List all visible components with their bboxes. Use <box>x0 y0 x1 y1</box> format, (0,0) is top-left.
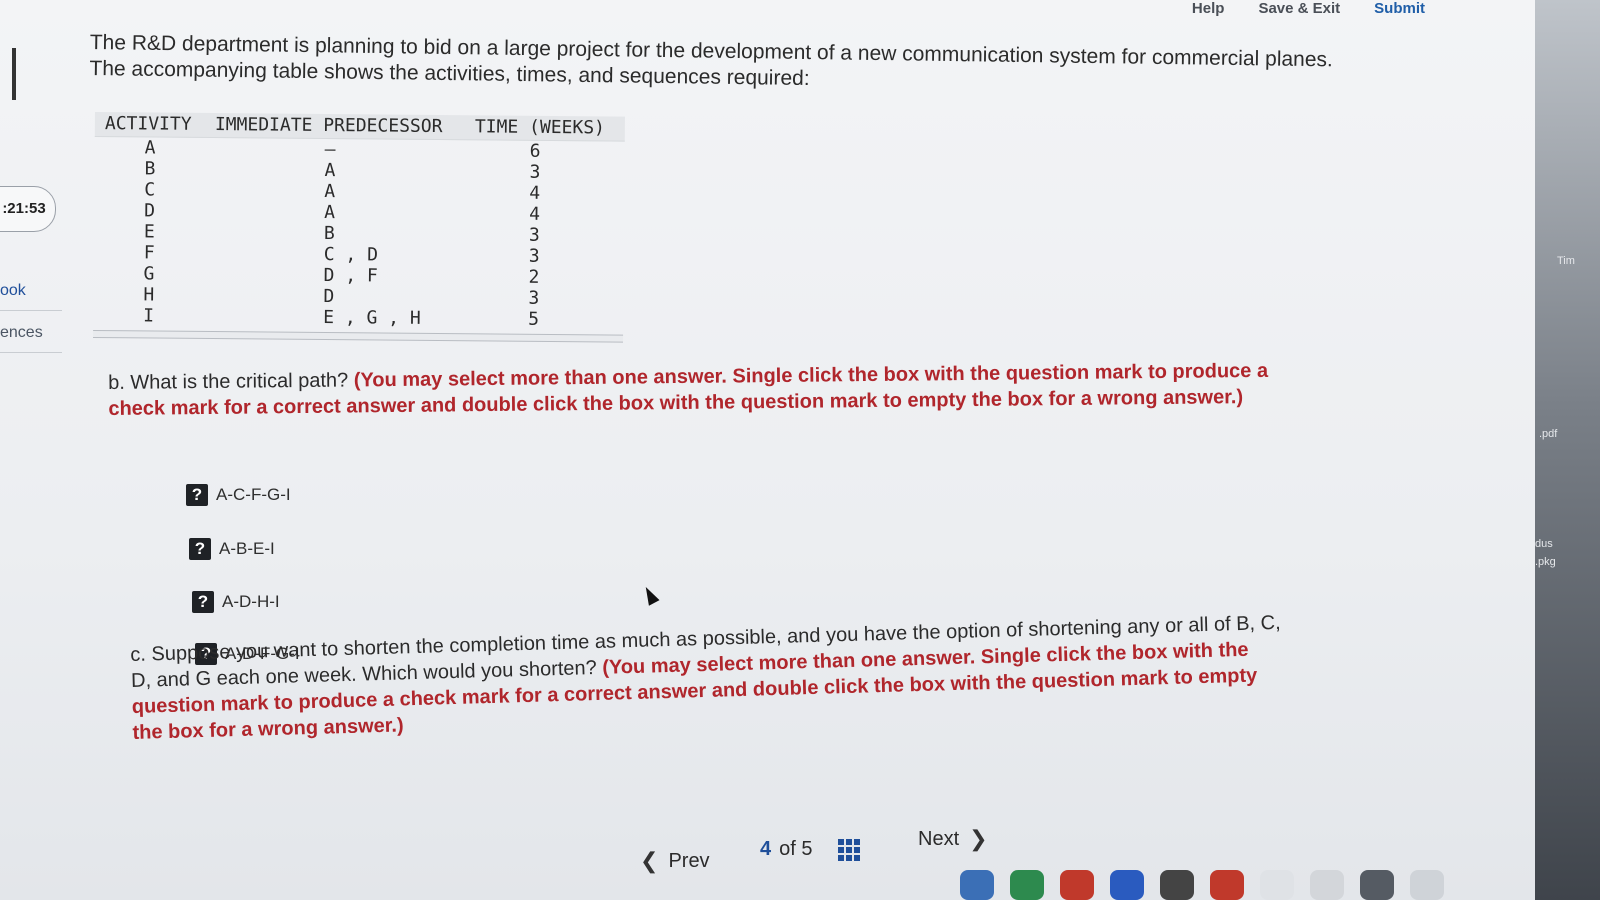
cell-activity: F <box>143 242 155 264</box>
table-bottom-rule <box>93 329 624 343</box>
answer-option[interactable]: ? A-C-F-G-I <box>186 484 291 506</box>
cell-time: 6 <box>529 140 541 162</box>
left-sidebar: :21:53 ook ences <box>0 0 62 900</box>
help-link[interactable]: Help <box>1192 0 1225 17</box>
cell-predecessor: B <box>323 223 335 245</box>
cell-time: 3 <box>528 245 540 267</box>
app-icon[interactable] <box>1060 870 1094 900</box>
cell-predecessor: A <box>324 202 336 224</box>
cell-activity: E <box>143 221 155 243</box>
grid-icon[interactable] <box>838 838 861 861</box>
app-icon[interactable] <box>1160 870 1194 900</box>
cell-activity: I <box>143 305 155 327</box>
cell-activity: A <box>144 137 156 159</box>
desktop-file-label: dus <box>1535 538 1553 550</box>
header-predecessor: IMMEDIATE PREDECESSOR <box>214 114 443 138</box>
document-icon[interactable] <box>1260 870 1294 900</box>
question-mark-checkbox[interactable]: ? <box>186 484 208 506</box>
cell-activity: H <box>143 284 155 306</box>
question-b-lead: b. What is the critical path? <box>108 369 349 394</box>
submit-button[interactable]: Submit <box>1374 0 1425 17</box>
chevron-right-icon: ❯ <box>969 826 988 851</box>
header-activity: ACTIVITY <box>104 113 192 135</box>
question-mark-checkbox[interactable]: ? <box>192 591 214 613</box>
browser-viewport: Help Save & Exit Submit :21:53 ook ences… <box>0 0 1535 900</box>
cell-activity: D <box>144 200 156 222</box>
desktop-background: Tim .pdf dus .pkg <box>1535 0 1600 900</box>
app-icon[interactable] <box>960 870 994 900</box>
taskbar-dock <box>960 855 1535 900</box>
cell-time: 2 <box>528 266 540 288</box>
cell-predecessor: A <box>324 160 336 182</box>
cell-activity: B <box>144 158 156 180</box>
cell-time: 3 <box>529 161 541 183</box>
sidebar-divider <box>0 310 62 311</box>
option-label: A-B-E-I <box>219 539 275 558</box>
prev-button[interactable]: ❮ Prev <box>640 848 710 874</box>
desktop-file-label: Tim <box>1557 255 1575 267</box>
cell-predecessor: C , D <box>323 244 379 266</box>
cell-predecessor: D <box>323 286 335 308</box>
timer-badge: :21:53 <box>0 186 56 232</box>
header-time: TIME (WEEKS) <box>474 116 606 139</box>
next-button[interactable]: Next ❯ <box>918 826 988 852</box>
mouse-cursor-icon <box>640 584 660 606</box>
acrobat-icon[interactable] <box>1210 870 1244 900</box>
cell-predecessor: A <box>324 181 336 203</box>
cell-activity: G <box>143 263 155 285</box>
question-b: b. What is the critical path? (You may s… <box>108 357 1308 422</box>
question-mark-checkbox[interactable]: ? <box>189 538 211 560</box>
current-page: 4 <box>760 838 772 860</box>
question-content: The R&D department is planning to bid on… <box>89 30 1340 744</box>
answer-option[interactable]: ? A-B-E-I <box>189 538 275 560</box>
folder-icon[interactable] <box>1310 870 1344 900</box>
option-label: A-C-F-G-I <box>216 485 291 504</box>
word-icon[interactable] <box>1110 870 1144 900</box>
screenshot-icon[interactable] <box>1360 870 1394 900</box>
prev-label: Prev <box>668 849 710 872</box>
activity-table: ACTIVITY IMMEDIATE PREDECESSOR TIME (WEE… <box>93 112 625 343</box>
option-label: A-D-H-I <box>222 592 280 611</box>
desktop-file-label: .pkg <box>1535 556 1556 568</box>
cell-time: 3 <box>528 287 540 309</box>
sidebar-divider <box>0 352 62 353</box>
next-label: Next <box>918 827 960 850</box>
top-toolbar: Help Save & Exit Submit <box>1192 0 1425 17</box>
cell-predecessor: D , F <box>323 265 378 287</box>
chevron-left-icon: ❮ <box>640 848 659 873</box>
page-total: of 5 <box>779 838 813 860</box>
cell-predecessor: E , G , H <box>323 306 421 329</box>
cell-time: 5 <box>528 308 540 330</box>
cell-time: 4 <box>529 203 541 225</box>
page-indicator: 4 of 5 <box>760 838 861 861</box>
trash-icon[interactable] <box>1410 870 1444 900</box>
cell-predecessor: — <box>324 139 336 161</box>
question-c: c. Suppose you want to shorten the compl… <box>130 610 1292 746</box>
sidebar-link-ebook[interactable]: ook <box>0 282 26 300</box>
sidebar-link-references[interactable]: ences <box>0 324 43 342</box>
cell-time: 4 <box>529 182 541 204</box>
save-exit-button[interactable]: Save & Exit <box>1258 0 1340 17</box>
table-row: I E , G , H 5 <box>93 305 623 331</box>
answer-option[interactable]: ? A-D-H-I <box>192 591 280 613</box>
desktop-file-label: .pdf <box>1539 428 1558 440</box>
problem-intro: The R&D department is planning to bid on… <box>89 30 1340 99</box>
sidebar-edge-icon <box>0 48 16 100</box>
app-icon[interactable] <box>1010 870 1044 900</box>
cell-time: 3 <box>528 224 540 246</box>
cell-activity: C <box>144 179 156 201</box>
